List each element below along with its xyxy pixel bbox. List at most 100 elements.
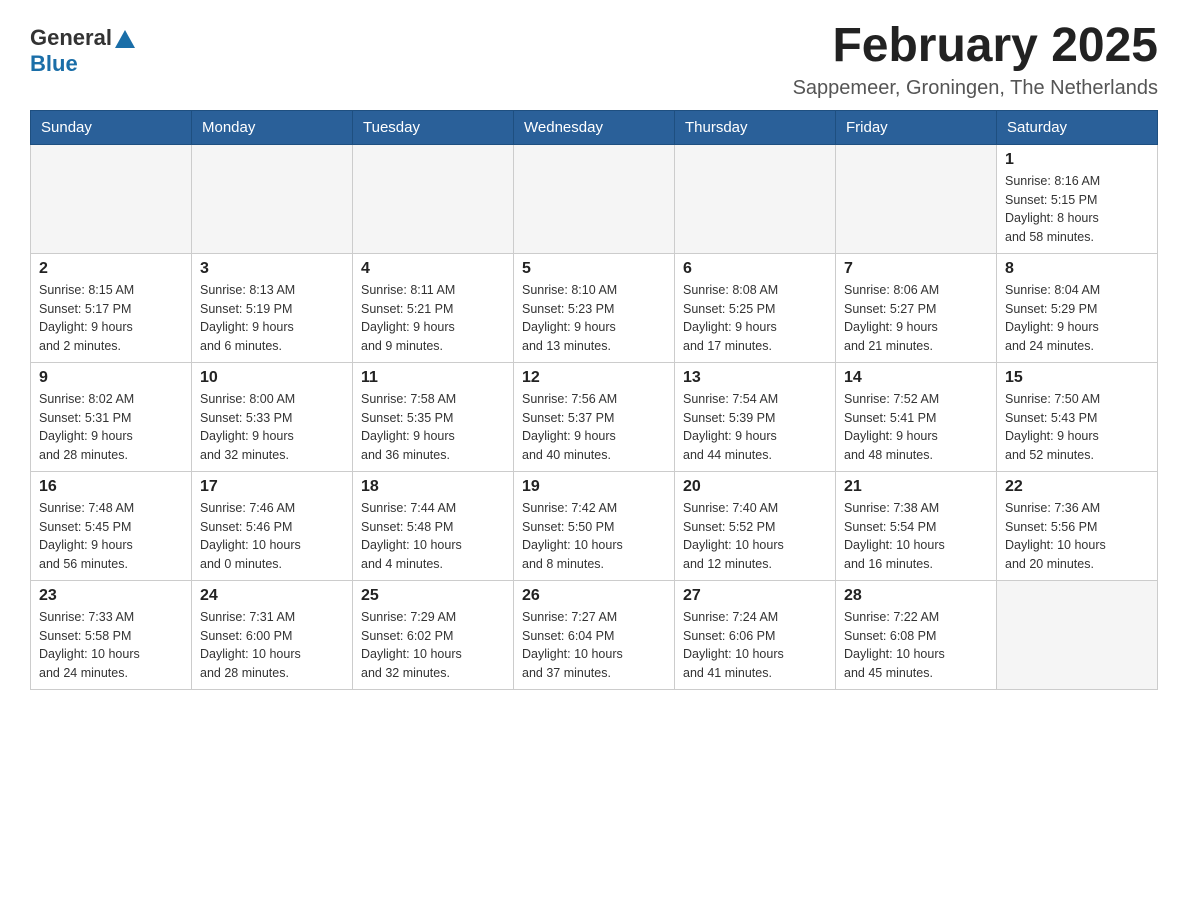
- day-info: Sunrise: 7:48 AMSunset: 5:45 PMDaylight:…: [39, 499, 183, 574]
- calendar-cell: 14 Sunrise: 7:52 AMSunset: 5:41 PMDayligh…: [836, 362, 997, 471]
- day-number: 3: [200, 260, 344, 278]
- calendar-week-row: 1 Sunrise: 8:16 AMSunset: 5:15 PMDaylight…: [31, 144, 1158, 253]
- day-info: Sunrise: 7:58 AMSunset: 5:35 PMDaylight:…: [361, 390, 505, 465]
- day-number: 15: [1005, 369, 1149, 387]
- calendar-week-row: 9 Sunrise: 8:02 AMSunset: 5:31 PMDaylight…: [31, 362, 1158, 471]
- day-info: Sunrise: 8:08 AMSunset: 5:25 PMDaylight:…: [683, 281, 827, 356]
- logo-blue-text: Blue: [30, 51, 78, 77]
- day-info: Sunrise: 7:38 AMSunset: 5:54 PMDaylight:…: [844, 499, 988, 574]
- weekday-header-monday: Monday: [192, 110, 353, 144]
- day-info: Sunrise: 8:06 AMSunset: 5:27 PMDaylight:…: [844, 281, 988, 356]
- day-number: 25: [361, 587, 505, 605]
- calendar-cell: 15 Sunrise: 7:50 AMSunset: 5:43 PMDayligh…: [997, 362, 1158, 471]
- logo: General Blue: [30, 20, 135, 77]
- day-number: 23: [39, 587, 183, 605]
- day-info: Sunrise: 8:11 AMSunset: 5:21 PMDaylight:…: [361, 281, 505, 356]
- day-info: Sunrise: 7:27 AMSunset: 6:04 PMDaylight:…: [522, 608, 666, 683]
- day-info: Sunrise: 7:24 AMSunset: 6:06 PMDaylight:…: [683, 608, 827, 683]
- day-number: 24: [200, 587, 344, 605]
- day-info: Sunrise: 7:50 AMSunset: 5:43 PMDaylight:…: [1005, 390, 1149, 465]
- day-info: Sunrise: 8:00 AMSunset: 5:33 PMDaylight:…: [200, 390, 344, 465]
- day-info: Sunrise: 7:40 AMSunset: 5:52 PMDaylight:…: [683, 499, 827, 574]
- weekday-header-wednesday: Wednesday: [514, 110, 675, 144]
- day-info: Sunrise: 7:29 AMSunset: 6:02 PMDaylight:…: [361, 608, 505, 683]
- subtitle: Sappemeer, Groningen, The Netherlands: [793, 77, 1158, 100]
- calendar-cell: 9 Sunrise: 8:02 AMSunset: 5:31 PMDaylight…: [31, 362, 192, 471]
- title-area: February 2025 Sappemeer, Groningen, The …: [793, 20, 1158, 100]
- day-number: 21: [844, 478, 988, 496]
- day-info: Sunrise: 7:36 AMSunset: 5:56 PMDaylight:…: [1005, 499, 1149, 574]
- calendar-week-row: 2 Sunrise: 8:15 AMSunset: 5:17 PMDaylight…: [31, 253, 1158, 362]
- calendar-cell: 18 Sunrise: 7:44 AMSunset: 5:48 PMDayligh…: [353, 471, 514, 580]
- calendar-cell: 28 Sunrise: 7:22 AMSunset: 6:08 PMDayligh…: [836, 580, 997, 689]
- day-number: 17: [200, 478, 344, 496]
- day-number: 9: [39, 369, 183, 387]
- day-info: Sunrise: 8:04 AMSunset: 5:29 PMDaylight:…: [1005, 281, 1149, 356]
- calendar-cell: 4 Sunrise: 8:11 AMSunset: 5:21 PMDaylight…: [353, 253, 514, 362]
- logo-general-text: General: [30, 25, 112, 51]
- day-info: Sunrise: 7:33 AMSunset: 5:58 PMDaylight:…: [39, 608, 183, 683]
- calendar-cell: 3Sunrise: 8:13 AMSunset: 5:19 PMDaylight…: [192, 253, 353, 362]
- day-number: 8: [1005, 260, 1149, 278]
- day-info: Sunrise: 7:44 AMSunset: 5:48 PMDaylight:…: [361, 499, 505, 574]
- calendar-cell: 11 Sunrise: 7:58 AMSunset: 5:35 PMDayligh…: [353, 362, 514, 471]
- day-number: 20: [683, 478, 827, 496]
- calendar-cell: [31, 144, 192, 253]
- day-number: 22: [1005, 478, 1149, 496]
- calendar-cell: [997, 580, 1158, 689]
- weekday-header-sunday: Sunday: [31, 110, 192, 144]
- weekday-header-thursday: Thursday: [675, 110, 836, 144]
- calendar-cell: 12 Sunrise: 7:56 AMSunset: 5:37 PMDayligh…: [514, 362, 675, 471]
- page-title: February 2025: [793, 20, 1158, 73]
- calendar-cell: [675, 144, 836, 253]
- day-info: Sunrise: 8:16 AMSunset: 5:15 PMDaylight:…: [1005, 172, 1149, 247]
- weekday-header-saturday: Saturday: [997, 110, 1158, 144]
- calendar-cell: 25 Sunrise: 7:29 AMSunset: 6:02 PMDayligh…: [353, 580, 514, 689]
- calendar-cell: 10Sunrise: 8:00 AMSunset: 5:33 PMDayligh…: [192, 362, 353, 471]
- calendar-cell: 21 Sunrise: 7:38 AMSunset: 5:54 PMDayligh…: [836, 471, 997, 580]
- calendar-cell: 8 Sunrise: 8:04 AMSunset: 5:29 PMDaylight…: [997, 253, 1158, 362]
- calendar-header-row: SundayMondayTuesdayWednesdayThursdayFrid…: [31, 110, 1158, 144]
- day-number: 4: [361, 260, 505, 278]
- calendar-cell: [192, 144, 353, 253]
- day-info: Sunrise: 7:56 AMSunset: 5:37 PMDaylight:…: [522, 390, 666, 465]
- weekday-header-friday: Friday: [836, 110, 997, 144]
- calendar-cell: 23 Sunrise: 7:33 AMSunset: 5:58 PMDayligh…: [31, 580, 192, 689]
- day-info: Sunrise: 7:52 AMSunset: 5:41 PMDaylight:…: [844, 390, 988, 465]
- day-info: Sunrise: 8:10 AMSunset: 5:23 PMDaylight:…: [522, 281, 666, 356]
- day-number: 19: [522, 478, 666, 496]
- day-number: 16: [39, 478, 183, 496]
- calendar-cell: 13Sunrise: 7:54 AMSunset: 5:39 PMDayligh…: [675, 362, 836, 471]
- calendar-cell: 6Sunrise: 8:08 AMSunset: 5:25 PMDaylight…: [675, 253, 836, 362]
- day-number: 12: [522, 369, 666, 387]
- day-info: Sunrise: 8:15 AMSunset: 5:17 PMDaylight:…: [39, 281, 183, 356]
- day-info: Sunrise: 8:02 AMSunset: 5:31 PMDaylight:…: [39, 390, 183, 465]
- day-number: 5: [522, 260, 666, 278]
- calendar: SundayMondayTuesdayWednesdayThursdayFrid…: [30, 110, 1158, 690]
- day-info: Sunrise: 7:31 AMSunset: 6:00 PMDaylight:…: [200, 608, 344, 683]
- weekday-header-tuesday: Tuesday: [353, 110, 514, 144]
- day-info: Sunrise: 7:22 AMSunset: 6:08 PMDaylight:…: [844, 608, 988, 683]
- day-number: 11: [361, 369, 505, 387]
- day-number: 2: [39, 260, 183, 278]
- calendar-cell: [514, 144, 675, 253]
- day-number: 18: [361, 478, 505, 496]
- calendar-cell: [836, 144, 997, 253]
- day-number: 13: [683, 369, 827, 387]
- calendar-cell: [353, 144, 514, 253]
- day-number: 27: [683, 587, 827, 605]
- calendar-cell: 16 Sunrise: 7:48 AMSunset: 5:45 PMDayligh…: [31, 471, 192, 580]
- day-info: Sunrise: 7:42 AMSunset: 5:50 PMDaylight:…: [522, 499, 666, 574]
- calendar-cell: 24 Sunrise: 7:31 AMSunset: 6:00 PMDayligh…: [192, 580, 353, 689]
- day-number: 7: [844, 260, 988, 278]
- calendar-cell: 7 Sunrise: 8:06 AMSunset: 5:27 PMDaylight…: [836, 253, 997, 362]
- calendar-cell: 17Sunrise: 7:46 AMSunset: 5:46 PMDayligh…: [192, 471, 353, 580]
- calendar-week-row: 23 Sunrise: 7:33 AMSunset: 5:58 PMDayligh…: [31, 580, 1158, 689]
- day-number: 14: [844, 369, 988, 387]
- calendar-cell: 1 Sunrise: 8:16 AMSunset: 5:15 PMDaylight…: [997, 144, 1158, 253]
- day-number: 1: [1005, 151, 1149, 169]
- day-number: 26: [522, 587, 666, 605]
- calendar-cell: 5 Sunrise: 8:10 AMSunset: 5:23 PMDaylight…: [514, 253, 675, 362]
- day-number: 28: [844, 587, 988, 605]
- logo-general: General: [30, 25, 135, 51]
